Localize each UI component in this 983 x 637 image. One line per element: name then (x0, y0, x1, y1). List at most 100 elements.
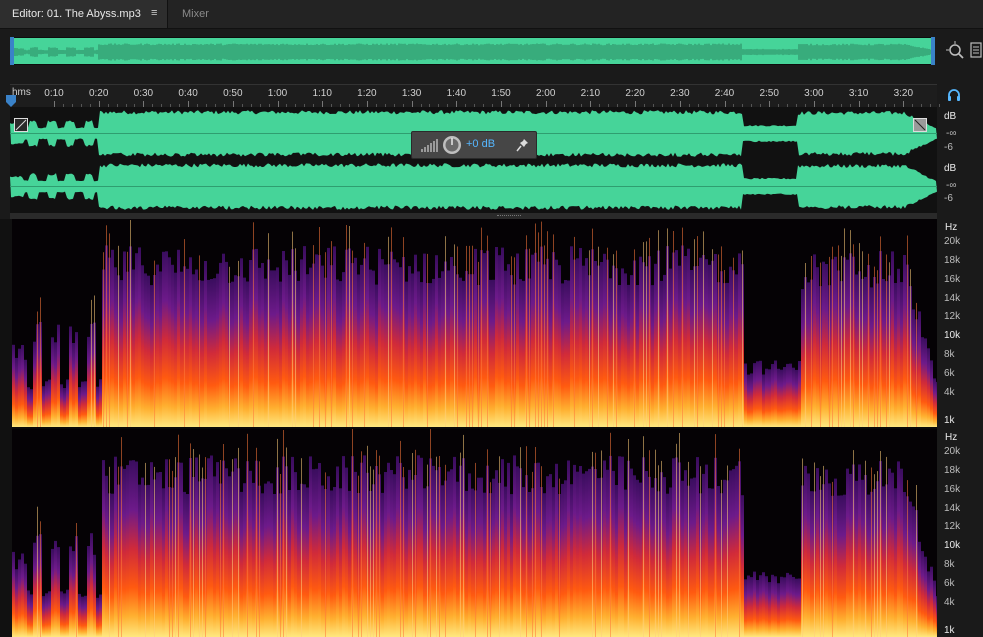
spectrogram-column (141, 477, 144, 637)
spectrogram-transient (466, 245, 467, 427)
spectrogram-column (522, 280, 525, 427)
spectrogram-column (87, 546, 90, 637)
spectrogram-transient (667, 228, 668, 427)
spectrogram-column (816, 468, 819, 637)
spectrogram-column (33, 542, 36, 637)
spectrogram-column (636, 479, 639, 637)
spectrogram-column (870, 287, 873, 427)
spectrogram-column (285, 260, 288, 427)
playhead-marker-icon[interactable] (5, 94, 17, 108)
overview-range-start-handle[interactable] (10, 37, 14, 65)
spectrogram-column (126, 465, 129, 637)
spectrogram-transient (346, 225, 347, 427)
spectrogram-column (747, 374, 750, 427)
time-ruler[interactable]: 0:10 0:20 0:30 0:40 0:50 1:00 1:10 1:20 1:30 1:40… (10, 84, 941, 107)
spectrogram-column (765, 576, 768, 637)
frequency-label: 6k (944, 368, 955, 379)
spectrogram-transient (352, 429, 353, 637)
spectrogram-column (570, 484, 573, 637)
spectrogram-column (771, 574, 774, 637)
zoom-icon[interactable] (946, 40, 966, 62)
fade-out-icon[interactable] (913, 118, 927, 132)
spectrogram-column (282, 251, 285, 427)
spectrogram-column (15, 357, 18, 427)
headphones-icon[interactable] (946, 87, 962, 103)
spectrogram-transient (544, 245, 545, 427)
spectrogram-column (165, 251, 168, 427)
spectrogram-column (891, 472, 894, 637)
spectral-display-channel-1[interactable] (12, 219, 937, 427)
spectrogram-column (600, 262, 603, 427)
spectrogram-column (384, 472, 387, 637)
spectrogram-column (693, 477, 696, 637)
spectrogram-column (135, 461, 138, 637)
spectrogram-column (369, 269, 372, 427)
spectrogram-column (450, 257, 453, 427)
spectrogram-column (813, 254, 816, 427)
spectrogram-column (702, 473, 705, 637)
volume-value[interactable]: +0 dB (466, 138, 495, 150)
tab-mixer-label: Mixer (182, 8, 209, 20)
spectrogram-transient (175, 457, 176, 637)
frequency-label: 1k (944, 415, 955, 426)
spectrogram-column (837, 495, 840, 637)
overview-waveform[interactable] (10, 37, 935, 65)
spectrogram-transient (541, 466, 542, 637)
spectrogram-column (84, 381, 87, 427)
spectrogram-column (255, 248, 258, 427)
volume-hud[interactable]: +0 dB (411, 131, 537, 159)
pin-icon[interactable] (516, 137, 530, 153)
divider-grip-icon[interactable] (497, 215, 521, 218)
frequency-label: 20k (944, 236, 961, 247)
frequency-label: 10k (944, 330, 961, 341)
spectrogram-column (555, 463, 558, 637)
spectrogram-transient (487, 449, 488, 637)
overview-range-end-handle[interactable] (931, 37, 935, 65)
spectrogram-column (729, 470, 732, 637)
spectrogram-column (243, 277, 246, 427)
spectrogram-transient (724, 270, 725, 427)
spectrogram-column (711, 488, 714, 637)
spectrogram-column (579, 248, 582, 427)
spectrogram-column (27, 590, 30, 637)
spectrogram-transient (727, 465, 728, 637)
spectrogram-transient (532, 471, 533, 637)
spectrogram-transient (40, 521, 41, 637)
menu-icon[interactable]: ≡ (151, 7, 157, 19)
spectrogram-transient (253, 222, 254, 427)
spectrogram-column (660, 280, 663, 427)
spectrogram-column (924, 556, 927, 637)
spectrogram-column (780, 369, 783, 427)
spectrogram-column (798, 578, 801, 637)
spectrogram-column (519, 279, 522, 427)
spectrogram-column (156, 264, 159, 427)
fade-in-icon[interactable] (14, 118, 28, 132)
spectrogram-column (186, 268, 189, 427)
spectrogram-column (621, 268, 624, 427)
ruler-tick-label: 0:30 (133, 88, 154, 99)
spectrogram-column (69, 326, 72, 427)
spectrogram-column (555, 259, 558, 427)
spectrogram-column (897, 268, 900, 427)
spectrogram-column (81, 596, 84, 637)
spectrogram-column (918, 541, 921, 637)
spectrogram-column (423, 253, 426, 427)
spectrogram-column (705, 464, 708, 637)
spectrogram-column (297, 280, 300, 427)
volume-knob-icon[interactable] (442, 135, 462, 155)
spectrogram-column (789, 574, 792, 637)
spectrogram-transient (844, 228, 845, 427)
spectrogram-column (801, 289, 804, 427)
spectrogram-column (651, 285, 654, 427)
spectrogram-transient (121, 437, 122, 637)
spectrogram-column (48, 379, 51, 427)
spectral-display-channel-2[interactable] (12, 429, 937, 637)
frequency-label: 1k (944, 625, 955, 636)
waveform-display[interactable] (10, 107, 937, 213)
tab-mixer[interactable]: Mixer (168, 0, 238, 28)
spectrogram-transient (880, 236, 881, 427)
panel-icon[interactable] (970, 42, 982, 58)
tab-editor[interactable]: Editor: 01. The Abyss.mp3 ≡ (0, 0, 168, 28)
spectrogram-transient (595, 452, 596, 637)
spectrogram-column (780, 576, 783, 637)
